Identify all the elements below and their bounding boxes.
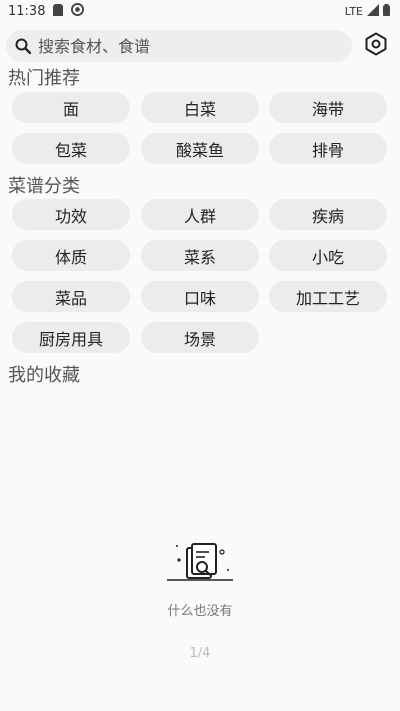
search-box[interactable] bbox=[6, 30, 352, 62]
category-section-title: 菜谱分类 bbox=[8, 176, 80, 197]
network-type: LTE bbox=[344, 5, 363, 18]
settings-icon bbox=[364, 32, 388, 60]
category-chip[interactable]: 功效 bbox=[12, 199, 130, 230]
category-chip[interactable]: 场景 bbox=[141, 322, 259, 353]
hot-chip[interactable]: 排骨 bbox=[269, 133, 387, 164]
category-chip[interactable]: 疾病 bbox=[269, 199, 387, 230]
sd-card-icon bbox=[53, 3, 64, 20]
settings-button[interactable] bbox=[362, 32, 390, 60]
category-chip[interactable]: 厨房用具 bbox=[12, 322, 130, 353]
sync-icon bbox=[71, 3, 85, 20]
empty-document-icon bbox=[165, 540, 235, 592]
hot-chip[interactable]: 白菜 bbox=[141, 92, 259, 123]
category-chip[interactable]: 菜品 bbox=[12, 281, 130, 312]
category-chip[interactable]: 人群 bbox=[141, 199, 259, 230]
search-row bbox=[6, 30, 396, 62]
hot-section-title: 热门推荐 bbox=[8, 68, 80, 89]
category-chip[interactable]: 体质 bbox=[12, 240, 130, 271]
status-bar: 11:38 LTE bbox=[0, 0, 400, 24]
category-chip[interactable]: 口味 bbox=[141, 281, 259, 312]
hot-chip[interactable]: 酸菜鱼 bbox=[141, 133, 259, 164]
empty-state: 什么也没有 bbox=[0, 540, 400, 619]
search-input[interactable] bbox=[36, 35, 340, 57]
battery-icon bbox=[383, 4, 390, 19]
status-right: LTE bbox=[345, 4, 390, 19]
hot-chip[interactable]: 包菜 bbox=[12, 133, 130, 164]
status-time: 11:38 bbox=[8, 4, 46, 19]
status-left: 11:38 bbox=[8, 3, 85, 20]
signal-icon bbox=[367, 4, 379, 19]
page-indicator: 1/4 bbox=[189, 646, 211, 661]
category-chip[interactable]: 小吃 bbox=[269, 240, 387, 271]
empty-text: 什么也没有 bbox=[167, 604, 233, 619]
hot-chip[interactable]: 面 bbox=[12, 92, 130, 123]
category-chip[interactable]: 菜系 bbox=[141, 240, 259, 271]
category-chip[interactable]: 加工工艺 bbox=[269, 281, 387, 312]
hot-chip[interactable]: 海带 bbox=[269, 92, 387, 123]
search-icon bbox=[14, 37, 32, 55]
favorites-section-title: 我的收藏 bbox=[8, 365, 80, 386]
